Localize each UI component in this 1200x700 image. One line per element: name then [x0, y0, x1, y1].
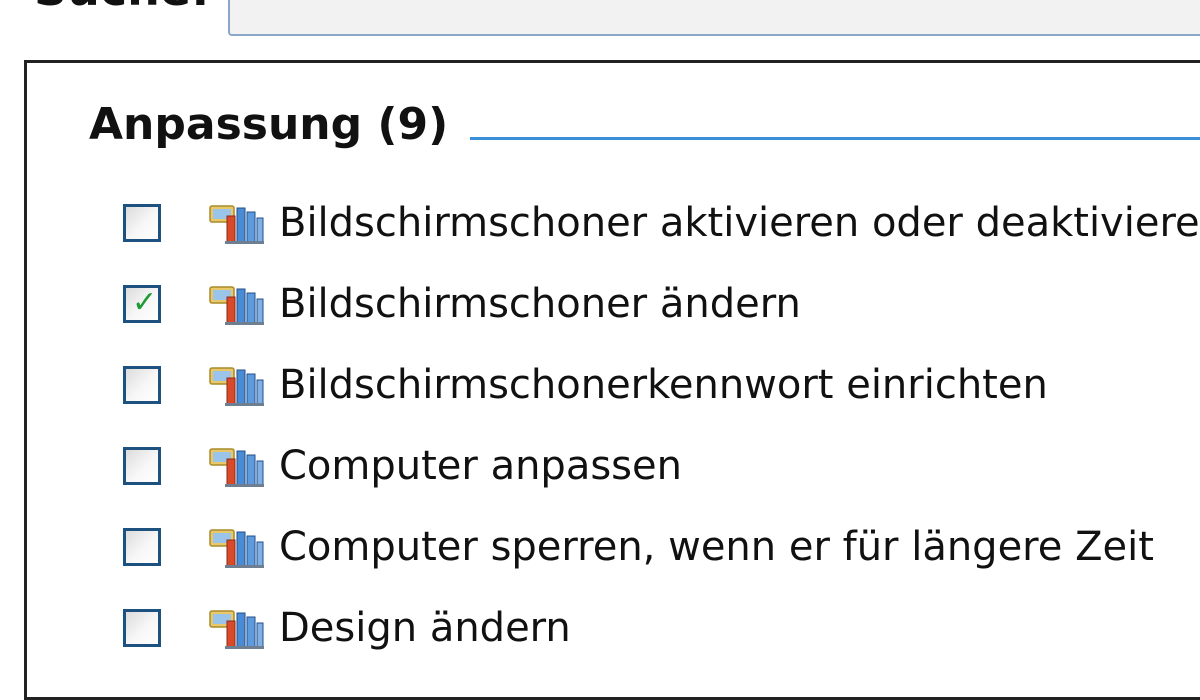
item-label: Computer anpassen [279, 443, 682, 489]
list-item[interactable]: ✓ Bildschirmschonerkennwort einrichten [123, 355, 1048, 415]
list-item[interactable]: ✓ Computer anpassen [123, 436, 682, 496]
group-divider [470, 136, 1200, 140]
list-item[interactable]: ✓ Computer sperren, wenn er für längere … [123, 517, 1154, 577]
control-panel-icon [209, 529, 264, 568]
item-checkbox[interactable]: ✓ [123, 528, 161, 566]
item-label: Bildschirmschoner ändern [279, 281, 801, 327]
group-title: Anpassung (9) [89, 99, 449, 150]
control-panel-icon [209, 286, 264, 325]
search-label: Suche: [34, 0, 210, 12]
control-panel-icon [209, 205, 264, 244]
item-label: Computer sperren, wenn er für längere Ze… [279, 524, 1154, 570]
list-item[interactable]: ✓ Bildschirmschoner ändern [123, 274, 801, 334]
item-checkbox[interactable]: ✓ [123, 609, 161, 647]
list-item[interactable]: ✓ Bildschirmschoner aktivieren oder deak… [123, 193, 1200, 253]
list-item[interactable]: ✓ Design ändern [123, 598, 571, 658]
item-checkbox[interactable]: ✓ [123, 447, 161, 485]
item-label: Bildschirmschoner aktivieren oder deakti… [279, 200, 1200, 246]
control-panel-icon [209, 448, 264, 487]
item-checkbox[interactable]: ✓ [123, 285, 161, 323]
item-checkbox[interactable]: ✓ [123, 204, 161, 242]
search-input[interactable] [228, 0, 1200, 36]
item-checkbox[interactable]: ✓ [123, 366, 161, 404]
results-panel: Anpassung (9) ✓ Bildschirmschoner aktivi… [24, 60, 1200, 700]
control-panel-icon [209, 367, 264, 406]
checkmark-icon: ✓ [132, 285, 158, 320]
control-panel-icon [209, 610, 264, 649]
item-label: Design ändern [279, 605, 571, 651]
group-header-anpassung: Anpassung (9) [89, 95, 1200, 155]
item-label: Bildschirmschonerkennwort einrichten [279, 362, 1048, 408]
